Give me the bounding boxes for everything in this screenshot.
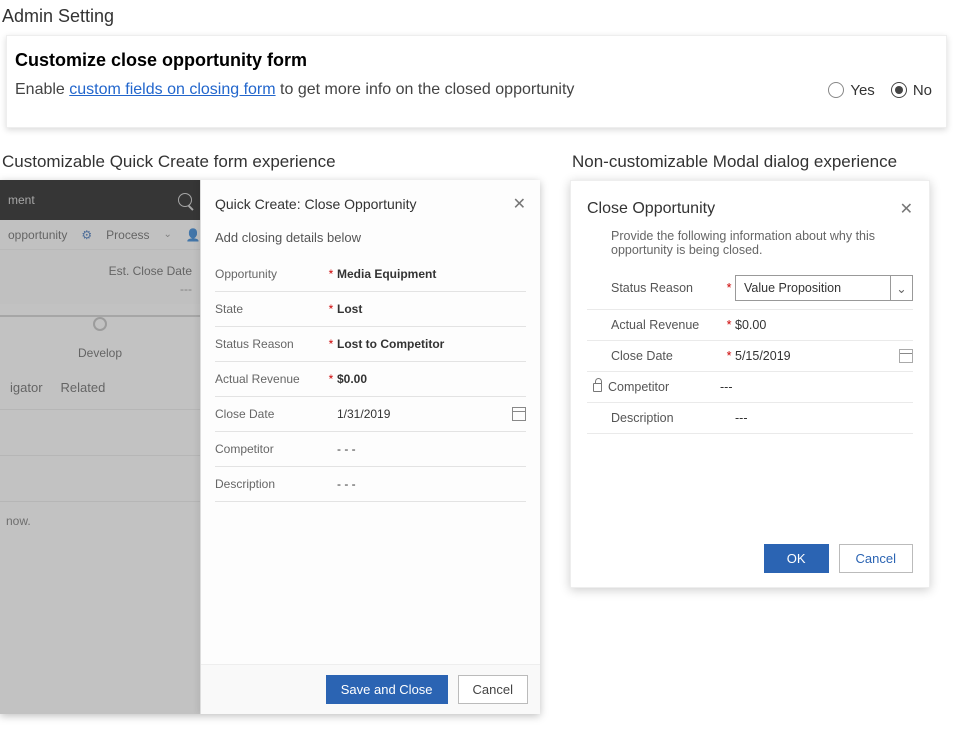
- bg-tab1: igator: [10, 380, 43, 395]
- bg-process: Process: [106, 228, 149, 242]
- ok-button[interactable]: OK: [764, 544, 829, 573]
- field-label: Description: [611, 411, 723, 425]
- radio-yes[interactable]: Yes: [828, 82, 874, 99]
- admin-text-suffix: to get more info on the closed opportuni…: [276, 81, 575, 98]
- save-and-close-button[interactable]: Save and Close: [326, 675, 448, 704]
- admin-heading: Customize close opportunity form: [15, 50, 932, 71]
- status-select[interactable]: Value Proposition ⌄: [735, 275, 913, 301]
- quick-create-shell: ment opportunity ⚙ Process ⌄ 👤 Assign Es…: [0, 180, 540, 714]
- modal-field-close-date[interactable]: Close Date * 5/15/2019: [587, 341, 913, 372]
- bg-estclose-label: Est. Close Date: [8, 264, 192, 278]
- field-label: Close Date: [215, 407, 325, 421]
- field-label: Opportunity: [215, 267, 325, 281]
- field-label: Actual Revenue: [611, 318, 723, 332]
- field-value: ---: [735, 411, 913, 425]
- field-value: ---: [720, 380, 913, 394]
- field-label: Status Reason: [215, 337, 325, 351]
- custom-fields-link[interactable]: custom fields on closing form: [69, 81, 275, 98]
- bg-app-text: ment: [8, 193, 35, 207]
- close-icon[interactable]: ✕: [513, 194, 526, 214]
- field-opportunity[interactable]: Opportunity * Media Equipment: [215, 257, 526, 292]
- calendar-icon[interactable]: [899, 349, 913, 363]
- required-mark: *: [723, 318, 735, 332]
- field-label: Status Reason: [611, 281, 723, 295]
- chevron-down-icon: ⌄: [164, 229, 172, 240]
- field-competitor[interactable]: Competitor - - -: [215, 432, 526, 467]
- field-label: Competitor: [608, 380, 708, 394]
- calendar-icon[interactable]: [512, 407, 526, 421]
- select-value: Value Proposition: [744, 281, 841, 295]
- admin-text-prefix: Enable: [15, 81, 69, 98]
- modal-field-description[interactable]: Description ---: [587, 403, 913, 434]
- field-value: $0.00: [735, 318, 913, 332]
- left-subheading: Customizable Quick Create form experienc…: [0, 152, 540, 180]
- field-value: Media Equipment: [337, 267, 526, 281]
- field-label: Description: [215, 477, 325, 491]
- date-text: 5/15/2019: [735, 349, 791, 363]
- admin-text: Enable custom fields on closing form to …: [15, 81, 574, 99]
- field-value: 1/31/2019: [337, 407, 526, 421]
- field-label: Close Date: [611, 349, 723, 363]
- field-value: Lost to Competitor: [337, 337, 526, 351]
- modal-field-status[interactable]: Status Reason * Value Proposition ⌄: [587, 267, 913, 310]
- bg-estclose-value: ---: [8, 278, 192, 296]
- field-label: State: [215, 302, 325, 316]
- required-mark: *: [325, 337, 337, 351]
- required-mark: *: [325, 267, 337, 281]
- radio-circle-icon: [891, 82, 907, 98]
- modal-title: Close Opportunity: [587, 200, 715, 218]
- cancel-button[interactable]: Cancel: [839, 544, 913, 573]
- bg-tab2: Related: [61, 380, 106, 395]
- field-value: Lost: [337, 302, 526, 316]
- modal-field-competitor[interactable]: Competitor ---: [587, 372, 913, 403]
- required-mark: *: [325, 372, 337, 386]
- date-text: 1/31/2019: [337, 407, 390, 421]
- field-label: Competitor: [215, 442, 325, 456]
- radio-circle-icon: [828, 82, 844, 98]
- modal-description: Provide the following information about …: [587, 229, 913, 267]
- field-close-date[interactable]: Close Date 1/31/2019: [215, 397, 526, 432]
- field-value: $0.00: [337, 372, 526, 386]
- required-mark: *: [325, 302, 337, 316]
- bg-tab-opportunity: opportunity: [8, 228, 67, 242]
- required-mark: *: [723, 349, 735, 363]
- stage-node-icon: [93, 317, 107, 331]
- field-state[interactable]: State * Lost: [215, 292, 526, 327]
- enable-radio-group: Yes No: [828, 82, 932, 99]
- chevron-down-icon: ⌄: [890, 276, 912, 300]
- bg-stage: Develop: [0, 336, 200, 360]
- field-status-reason[interactable]: Status Reason * Lost to Competitor: [215, 327, 526, 362]
- quick-create-panel: Quick Create: Close Opportunity ✕ Add cl…: [200, 180, 540, 714]
- radio-no[interactable]: No: [891, 82, 932, 99]
- modal-field-revenue[interactable]: Actual Revenue * $0.00: [587, 310, 913, 341]
- lock-icon: [593, 383, 602, 392]
- required-mark: *: [723, 281, 735, 295]
- field-actual-revenue[interactable]: Actual Revenue * $0.00: [215, 362, 526, 397]
- field-value: - - -: [337, 477, 526, 491]
- radio-no-label: No: [913, 82, 932, 99]
- admin-card: Customize close opportunity form Enable …: [6, 35, 947, 128]
- right-subheading: Non-customizable Modal dialog experience: [570, 152, 947, 180]
- qc-subtitle: Add closing details below: [215, 222, 526, 257]
- bg-note: now.: [0, 502, 200, 540]
- field-value: - - -: [337, 442, 526, 456]
- radio-yes-label: Yes: [850, 82, 874, 99]
- field-description[interactable]: Description - - -: [215, 467, 526, 502]
- background-dimmed: ment opportunity ⚙ Process ⌄ 👤 Assign Es…: [0, 180, 200, 714]
- admin-section-title: Admin Setting: [0, 0, 955, 33]
- close-icon[interactable]: ✕: [900, 199, 913, 219]
- field-label: Actual Revenue: [215, 372, 325, 386]
- cancel-button[interactable]: Cancel: [458, 675, 528, 704]
- search-icon: [178, 193, 192, 207]
- close-opportunity-modal: Close Opportunity ✕ Provide the followin…: [570, 180, 930, 588]
- qc-title: Quick Create: Close Opportunity: [215, 196, 417, 212]
